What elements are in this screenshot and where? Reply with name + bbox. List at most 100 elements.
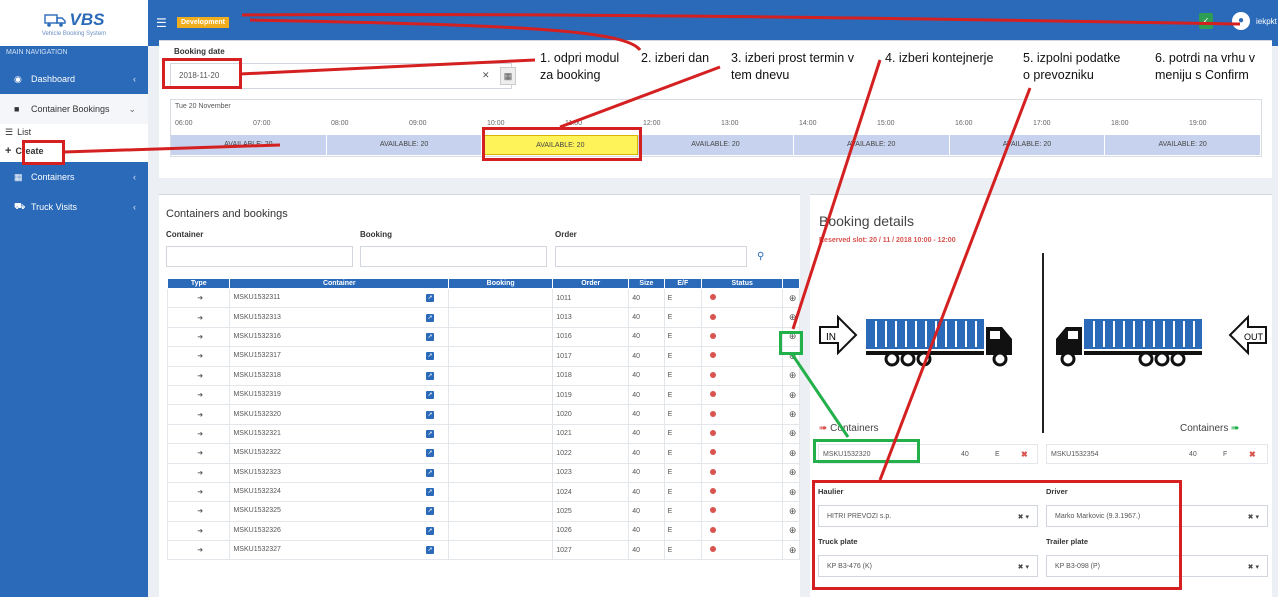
logo[interactable]: VBS Vehicle Booking System: [0, 0, 148, 46]
status-cell: [701, 520, 784, 542]
container-cell: MSKU1532321 ➚: [229, 423, 450, 445]
add-container-icon[interactable]: ⊕: [782, 365, 800, 386]
user-name[interactable]: iekpkt: [1256, 17, 1277, 26]
edit-icon[interactable]: ➚: [426, 449, 435, 458]
confirm-icon[interactable]: ✓: [1199, 13, 1213, 29]
remove-icon[interactable]: ✖: [1017, 450, 1028, 459]
column-header[interactable]: E/F: [663, 278, 703, 289]
table-row[interactable]: ➜ MSKU1532321 ➚ 1021 40 E ⊕: [166, 423, 800, 445]
edit-icon[interactable]: ➚: [426, 507, 435, 516]
calendar-icon[interactable]: ▦: [500, 67, 516, 85]
edit-icon[interactable]: ➚: [426, 371, 435, 380]
table-row[interactable]: ➜ MSKU1532318 ➚ 1018 40 E ⊕: [166, 365, 800, 386]
order-cell: 1018: [552, 365, 630, 386]
edit-icon[interactable]: ➚: [426, 546, 435, 555]
add-container-icon[interactable]: ⊕: [782, 520, 800, 542]
table-row[interactable]: ➜ MSKU1532326 ➚ 1026 40 E ⊕: [166, 520, 800, 542]
column-header[interactable]: Status: [701, 278, 784, 289]
container-cell: MSKU1532324 ➚: [229, 481, 450, 503]
edit-icon[interactable]: ➚: [426, 488, 435, 497]
time-slot[interactable]: AVAILABLE: 20: [949, 135, 1106, 155]
edit-icon[interactable]: ➚: [426, 429, 435, 438]
filter-order-input[interactable]: [555, 246, 747, 267]
time-slot[interactable]: AVAILABLE: 20: [326, 135, 483, 155]
sidebar-item-dashboard[interactable]: ◉ Dashboard ‹: [0, 64, 148, 94]
add-container-icon[interactable]: ⊕: [782, 481, 800, 503]
filter-booking-input[interactable]: [360, 246, 547, 267]
annotation-box-date: [162, 58, 242, 89]
add-container-icon[interactable]: ⊕: [782, 540, 800, 561]
time-slot[interactable]: AVAILABLE: 20: [793, 135, 950, 155]
table-row[interactable]: ➜ MSKU1532316 ➚ 1016 40 E ⊕: [166, 326, 800, 348]
container-id: MSKU1532319: [233, 391, 281, 399]
status-cell: [701, 346, 784, 367]
edit-icon[interactable]: ➚: [426, 410, 435, 419]
table-row[interactable]: ➜ MSKU1532320 ➚ 1020 40 E ⊕: [166, 404, 800, 425]
size-cell: 40: [628, 404, 665, 425]
table-row[interactable]: ➜ MSKU1532319 ➚ 1019 40 E ⊕: [166, 384, 800, 406]
clear-date-icon[interactable]: ✕: [482, 70, 490, 81]
container-cell: MSKU1532322 ➚: [229, 443, 450, 464]
remove-icon[interactable]: ✖: [1245, 450, 1256, 459]
add-container-icon[interactable]: ⊕: [782, 443, 800, 464]
containers-out-text: Containers: [1180, 423, 1229, 434]
user-avatar[interactable]: ●: [1232, 12, 1250, 30]
column-header[interactable]: Size: [628, 278, 665, 289]
table-row[interactable]: ➜ MSKU1532311 ➚ 1011 40 E ⊕: [166, 287, 800, 309]
add-container-icon[interactable]: ⊕: [782, 384, 800, 406]
add-container-icon[interactable]: ⊕: [782, 307, 800, 328]
time-slot[interactable]: AVAILABLE: 20: [171, 135, 327, 155]
table-row[interactable]: ➜ MSKU1532317 ➚ 1017 40 E ⊕: [166, 346, 800, 367]
column-header[interactable]: Container: [229, 278, 450, 289]
annotation-step6: 6. potrdi na vrhu v meniju s Confirm: [1155, 50, 1256, 84]
time-slot[interactable]: AVAILABLE: 20: [1105, 135, 1261, 155]
status-dot-icon: [710, 507, 717, 514]
edit-icon[interactable]: ➚: [426, 352, 435, 361]
edit-icon[interactable]: ➚: [426, 468, 435, 477]
logo-subtitle: Vehicle Booking System: [41, 30, 107, 37]
hour-label: 09:00: [409, 120, 427, 127]
table-row[interactable]: ➜ MSKU1532313 ➚ 1013 40 E ⊕: [166, 307, 800, 328]
clear-dropdown-icon[interactable]: ✖ ▾: [1248, 513, 1259, 521]
annotation-box-transport: [812, 480, 1182, 590]
add-container-icon[interactable]: ⊕: [782, 462, 800, 483]
edit-icon[interactable]: ➚: [426, 526, 435, 535]
container-cell: MSKU1532311 ➚: [229, 287, 450, 309]
clear-dropdown-icon[interactable]: ✖ ▾: [1248, 563, 1259, 571]
add-container-icon[interactable]: ⊕: [782, 287, 800, 309]
reserved-slot-text: Reserved slot: 20 / 11 / 2018 10:00 - 12…: [819, 237, 956, 244]
add-container-icon[interactable]: ⊕: [782, 404, 800, 425]
table-row[interactable]: ➜ MSKU1532325 ➚ 1025 40 E ⊕: [166, 501, 800, 522]
table-row[interactable]: ➜ MSKU1532324 ➚ 1024 40 E ⊕: [166, 481, 800, 503]
booking-cell: [448, 462, 554, 483]
status-dot-icon: [710, 410, 717, 417]
booking-cell: [448, 404, 554, 425]
table-row[interactable]: ➜ MSKU1532327 ➚ 1027 40 E ⊕: [166, 540, 800, 561]
table-row[interactable]: ➜ MSKU1532322 ➚ 1022 40 E ⊕: [166, 443, 800, 464]
column-header[interactable]: Booking: [448, 278, 554, 289]
truck-logo-icon: [43, 13, 66, 27]
sidebar-subitem-list[interactable]: ☰ List: [0, 124, 148, 140]
search-icon[interactable]: ⚲: [757, 251, 764, 262]
edit-icon[interactable]: ➚: [426, 313, 435, 322]
time-slot[interactable]: AVAILABLE: 20: [638, 135, 794, 155]
table-row[interactable]: ➜ MSKU1532323 ➚ 1023 40 E ⊕: [166, 462, 800, 483]
filter-container-input[interactable]: [166, 246, 353, 267]
order-cell: 1013: [552, 307, 630, 328]
hamburger-menu-icon[interactable]: ☰: [156, 16, 167, 30]
edit-icon[interactable]: ➚: [426, 332, 435, 341]
sidebar-item-containers[interactable]: ▦ Containers ‹: [0, 162, 148, 192]
containers-in-text: Containers: [830, 423, 879, 434]
booking-cell: [448, 501, 554, 522]
sidebar-item-truck-visits[interactable]: ⛟ Truck Visits ‹: [0, 192, 148, 222]
import-icon: ➜: [166, 443, 231, 464]
ef-cell: E: [663, 481, 703, 503]
edit-icon[interactable]: ➚: [426, 391, 435, 400]
add-container-icon[interactable]: ⊕: [782, 501, 800, 522]
edit-icon[interactable]: ➚: [426, 294, 435, 303]
add-container-icon[interactable]: ⊕: [782, 423, 800, 445]
hour-label: 13:00: [721, 120, 739, 127]
column-header[interactable]: Order: [552, 278, 630, 289]
column-header[interactable]: Type: [166, 278, 231, 289]
sidebar-item-container-bookings[interactable]: ■ Container Bookings ⌄: [0, 94, 148, 124]
